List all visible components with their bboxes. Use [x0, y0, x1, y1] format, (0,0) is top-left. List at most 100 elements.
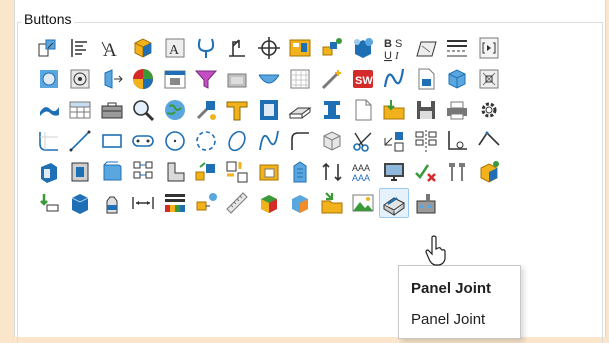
- toolbar-button-ellipse[interactable]: [222, 126, 252, 156]
- toolbar-button-crosshair[interactable]: [254, 33, 284, 63]
- toolbar-button-colorful-shape[interactable]: [254, 188, 284, 218]
- toolbar-button-monitor[interactable]: [379, 157, 409, 187]
- toolbar-button-spline[interactable]: [254, 126, 284, 156]
- toolbar-button-magic-wand[interactable]: [317, 64, 347, 94]
- toolbar-button-check-cross[interactable]: [411, 157, 441, 187]
- toolbar-button-planar-sheet[interactable]: [411, 33, 441, 63]
- toolbar-button-blank-page[interactable]: [348, 95, 378, 125]
- toolbar-button-solidworks-logo[interactable]: SW: [348, 64, 378, 94]
- toolbar-button-dish[interactable]: [254, 64, 284, 94]
- toolbar-button-text-style[interactable]: A: [97, 33, 127, 63]
- toolbar-button-rectangle[interactable]: [97, 126, 127, 156]
- toolbar-button-arrow-grid[interactable]: [379, 126, 409, 156]
- toolbar-button-dashed-arc[interactable]: [191, 126, 221, 156]
- toolbar-button-circle-target[interactable]: [65, 64, 95, 94]
- toolbar-button-scissors[interactable]: [348, 126, 378, 156]
- fillet-corner-icon: [291, 132, 309, 150]
- toolbar-button-toolbox[interactable]: [97, 95, 127, 125]
- toolbar-button-tall-profile[interactable]: [317, 95, 347, 125]
- planar-sheet-icon: [416, 41, 437, 57]
- toolbar-button-brick-face[interactable]: [65, 157, 95, 187]
- toolbar-button-gray-panel[interactable]: [222, 64, 252, 94]
- check-cross-icon: [415, 164, 436, 182]
- toolbar-button-profile-frame[interactable]: [254, 95, 284, 125]
- toolbar-button-printer[interactable]: [442, 95, 472, 125]
- toolbar-button-gradient-box[interactable]: [285, 188, 315, 218]
- toolbar-button-bolt-pair[interactable]: [442, 157, 472, 187]
- toolbar-button-arrow-stack[interactable]: [34, 188, 64, 218]
- toolbar-button-boot-shape[interactable]: [160, 157, 190, 187]
- balloons-icon: [354, 38, 373, 58]
- ellipse-icon: [228, 130, 246, 152]
- toolbar-button-crane[interactable]: [222, 33, 252, 63]
- toolbar-button-left-align[interactable]: [65, 33, 95, 63]
- circle-icon: [165, 131, 185, 151]
- printer-icon: [447, 101, 467, 120]
- toolbar-button-bold-italic[interactable]: BSUI: [379, 33, 409, 63]
- toolbar-button-bottle[interactable]: [97, 188, 127, 218]
- toolbar-button-corner-arrow[interactable]: [474, 126, 504, 156]
- toolbar-button-magnifier[interactable]: [128, 95, 158, 125]
- toolbar-button-move-face[interactable]: [97, 64, 127, 94]
- toolbar-button-color-bars[interactable]: [160, 188, 190, 218]
- toolbar-button-new-part[interactable]: [34, 33, 64, 63]
- toolbar-button-sketch-corner[interactable]: [34, 126, 64, 156]
- toolbar-button-color-wheel[interactable]: [128, 64, 158, 94]
- toolbar-button-bracket-grid[interactable]: [222, 157, 252, 187]
- toolbar-button-balloons[interactable]: [348, 33, 378, 63]
- shelf-icon: [288, 107, 312, 119]
- toolbar-button-factory[interactable]: [411, 188, 441, 218]
- toolbar-button-box-shell[interactable]: [317, 126, 347, 156]
- toolbar-button-green-arrow-folder[interactable]: [317, 188, 347, 218]
- toolbar-button-panel-joint[interactable]: [379, 188, 409, 218]
- toolbar-button-table[interactable]: [65, 95, 95, 125]
- toolbar-button-gear[interactable]: [474, 95, 504, 125]
- toolbar-button-mirror-pattern[interactable]: [411, 126, 441, 156]
- toolbar-button-hinge-grid[interactable]: [128, 157, 158, 187]
- toolbar-button-grid-sheet[interactable]: [285, 64, 315, 94]
- toolbar-button-funnel-filter[interactable]: [191, 64, 221, 94]
- building-icon: [293, 161, 307, 183]
- toolbar-button-swap-arrows[interactable]: [317, 157, 347, 187]
- toolbar-button-stencil[interactable]: [474, 64, 504, 94]
- toolbar-button-blue-flag[interactable]: [34, 95, 64, 125]
- toolbar-button-layout-sheet[interactable]: [285, 33, 315, 63]
- toolbar-button-cylinder-view[interactable]: [34, 64, 64, 94]
- toolbar-button-hatch-lines[interactable]: [442, 33, 472, 63]
- toolbar-button-shelf[interactable]: [285, 95, 315, 125]
- toolbar-button-building[interactable]: [285, 157, 315, 187]
- toolbar-button-t-beam[interactable]: [222, 95, 252, 125]
- toolbar-button-curved-panel[interactable]: [97, 157, 127, 187]
- toolbar-button-blue-curve[interactable]: [379, 64, 409, 94]
- toolbar-button-dimension-arrows[interactable]: [128, 188, 158, 218]
- toolbar-button-curve-u[interactable]: [191, 33, 221, 63]
- toolbar-button-circle[interactable]: [160, 126, 190, 156]
- toolbar-button-cube-view[interactable]: [442, 64, 472, 94]
- toolbar-button-cube-yellow[interactable]: [474, 157, 504, 187]
- toolbar-button-floppy-disk[interactable]: [411, 95, 441, 125]
- toolbar-button-blocks-plug[interactable]: [317, 33, 347, 63]
- toolbar-button-globe[interactable]: [160, 95, 190, 125]
- toolbar-button-plug-cube[interactable]: [191, 188, 221, 218]
- toolbar-button-landscape[interactable]: [348, 188, 378, 218]
- toolbar-button-fillet-corner[interactable]: [285, 126, 315, 156]
- toolbar-button-arrow-folder[interactable]: [379, 95, 409, 125]
- toolbar-button-ruler[interactable]: [222, 188, 252, 218]
- dish-icon: [258, 74, 280, 84]
- toolbar-button-hole-wizard[interactable]: [34, 157, 64, 187]
- toolbar-button-slot[interactable]: [128, 126, 158, 156]
- toolbar-button-line[interactable]: [65, 126, 95, 156]
- toolbar-button-annotation-text[interactable]: A: [160, 33, 190, 63]
- toolbar-button-solid-cube[interactable]: [65, 188, 95, 218]
- toolbar-button-window-photo[interactable]: [160, 64, 190, 94]
- toolbar-button-document-save[interactable]: [411, 64, 441, 94]
- toolbar-button-3d-box[interactable]: [128, 33, 158, 63]
- toolbar-button-aaa-text[interactable]: AAA AAA: [348, 157, 378, 187]
- toolbar-button-base-line[interactable]: [442, 126, 472, 156]
- toolbar-button-blocks-arrow[interactable]: [191, 157, 221, 187]
- toolbar-button-folder-sheet[interactable]: [254, 157, 284, 187]
- toolbar-button-bracket-view[interactable]: [474, 33, 504, 63]
- toolbar-button-tool-drop[interactable]: [191, 95, 221, 125]
- new-part-icon: [38, 39, 56, 57]
- brick-face-icon: [71, 162, 89, 182]
